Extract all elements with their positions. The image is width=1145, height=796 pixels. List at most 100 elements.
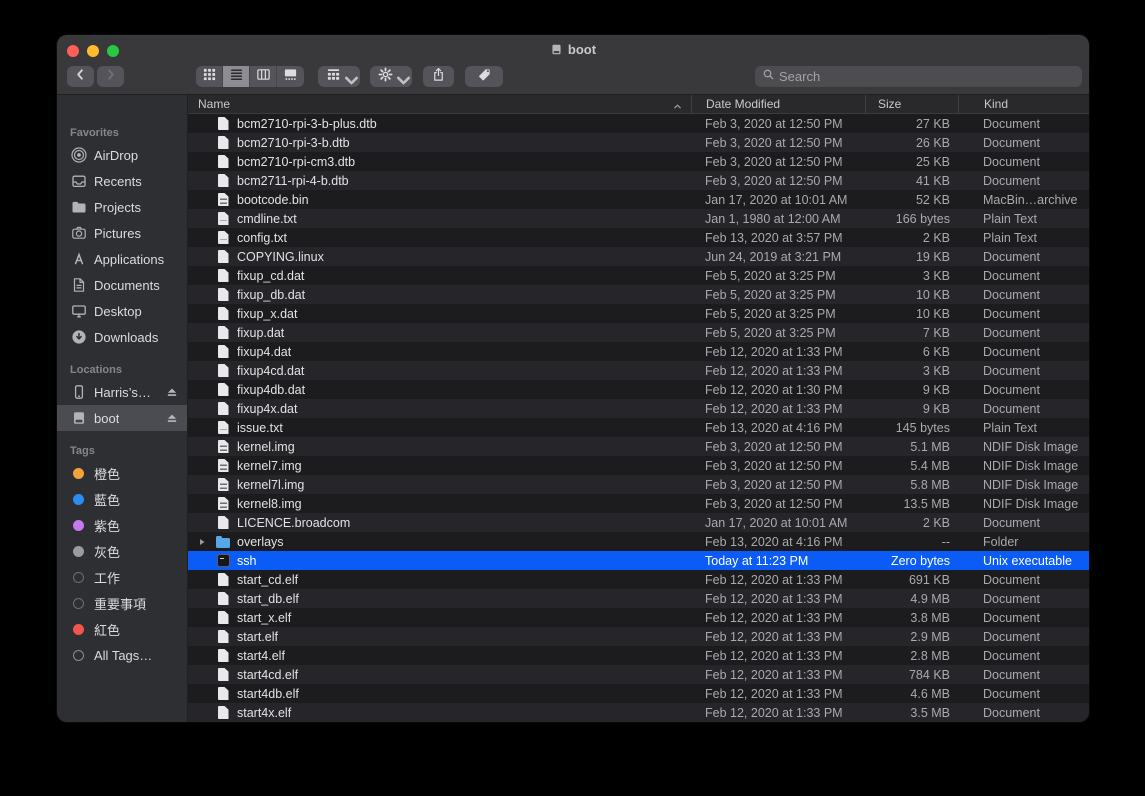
tag-circle-icon [73,572,84,583]
name-cell: fixup4cd.dat [188,361,691,380]
disclosure-spacer [196,232,208,244]
file-row-bootcode.bin[interactable]: bootcode.binJan 17, 2020 at 10:01 AM52 K… [188,190,1089,209]
disclosure-spacer [196,422,208,434]
file-row-fixup4x.dat[interactable]: fixup4x.datFeb 12, 2020 at 1:33 PM9 KBDo… [188,399,1089,418]
view-mode-column-view[interactable] [250,66,277,87]
file-icon-doc [216,155,230,168]
file-row-bcm2711-rpi-4-b.dtb[interactable]: bcm2711-rpi-4-b.dtbFeb 3, 2020 at 12:50 … [188,171,1089,190]
file-row-start4x.elf[interactable]: start4x.elfFeb 12, 2020 at 1:33 PM3.5 MB… [188,703,1089,722]
column-header-date-modified[interactable]: Date Modified [691,95,865,113]
sidebar-item-tag-purple[interactable]: 紫色 [57,512,187,538]
share-button[interactable] [423,66,454,87]
column-header-size[interactable]: Size [865,95,958,113]
file-row-fixup.dat[interactable]: fixup.datFeb 5, 2020 at 3:25 PM7 KBDocum… [188,323,1089,342]
disclosure-spacer [196,137,208,149]
disclosure-spacer [196,308,208,320]
sidebar-item-harriss-iphone[interactable]: Harris’s… [57,379,187,405]
name-cell: bootcode.bin [188,190,691,209]
tag-circle-icon [73,598,84,609]
kind-cell: Plain Text [958,209,1089,228]
sidebar-item-downloads[interactable]: Downloads [57,324,187,350]
size-cell: 691 KB [865,570,958,589]
view-mode-list-view[interactable] [223,66,250,87]
sidebar-item-tag-blue[interactable]: 藍色 [57,486,187,512]
sidebar-item-applications[interactable]: Applications [57,246,187,272]
action-button[interactable] [370,66,412,87]
file-row-bcm2710-rpi-3-b.dtb[interactable]: bcm2710-rpi-3-b.dtbFeb 3, 2020 at 12:50 … [188,133,1089,152]
file-row-start4db.elf[interactable]: start4db.elfFeb 12, 2020 at 1:33 PM4.6 M… [188,684,1089,703]
view-mode-icon-view[interactable] [196,66,223,87]
column-header-name[interactable]: Name [188,95,691,113]
file-row-fixup4cd.dat[interactable]: fixup4cd.datFeb 12, 2020 at 1:33 PM3 KBD… [188,361,1089,380]
eject-icon[interactable] [166,412,178,424]
sidebar-section-locations: LocationsHarris’s…boot [57,364,187,431]
file-row-start_db.elf[interactable]: start_db.elfFeb 12, 2020 at 1:33 PM4.9 M… [188,589,1089,608]
file-row-LICENCE.broadcom[interactable]: LICENCE.broadcomJan 17, 2020 at 10:01 AM… [188,513,1089,532]
forward-button[interactable] [97,66,124,87]
file-row-COPYING.linux[interactable]: COPYING.linuxJun 24, 2019 at 3:21 PM19 K… [188,247,1089,266]
eject-icon[interactable] [166,386,178,398]
file-row-config.txt[interactable]: config.txtFeb 13, 2020 at 3:57 PM2 KBPla… [188,228,1089,247]
sidebar-item-pictures[interactable]: Pictures [57,220,187,246]
sidebar-item-label: Recents [94,174,142,189]
column-header-kind[interactable]: Kind [958,95,1089,113]
img-file-icon [218,478,229,491]
view-mode-gallery-view[interactable] [277,66,304,87]
file-icon-txt [216,212,230,225]
file-row-fixup_x.dat[interactable]: fixup_x.datFeb 5, 2020 at 3:25 PM10 KBDo… [188,304,1089,323]
sidebar-item-desktop[interactable]: Desktop [57,298,187,324]
file-row-kernel7.img[interactable]: kernel7.imgFeb 3, 2020 at 12:50 PM5.4 MB… [188,456,1089,475]
sidebar-item-airdrop[interactable]: AirDrop [57,142,187,168]
disclosure-triangle-icon[interactable] [196,536,208,548]
file-row-cmdline.txt[interactable]: cmdline.txtJan 1, 1980 at 12:00 AM166 by… [188,209,1089,228]
back-button[interactable] [67,66,94,87]
sidebar-item-tag-red[interactable]: 紅色 [57,616,187,642]
file-row-kernel.img[interactable]: kernel.imgFeb 3, 2020 at 12:50 PM5.1 MBN… [188,437,1089,456]
sidebar-item-recents[interactable]: Recents [57,168,187,194]
file-row-ssh[interactable]: sshToday at 11:23 PMZero bytesUnix execu… [188,551,1089,570]
img-file-icon [218,440,229,453]
file-row-kernel7l.img[interactable]: kernel7l.imgFeb 3, 2020 at 12:50 PM5.8 M… [188,475,1089,494]
sidebar-item-tag-work[interactable]: 工作 [57,564,187,590]
file-row-start_x.elf[interactable]: start_x.elfFeb 12, 2020 at 1:33 PM3.8 MB… [188,608,1089,627]
sidebar-item-boot[interactable]: boot [57,405,187,431]
file-row-kernel8.img[interactable]: kernel8.imgFeb 3, 2020 at 12:50 PM13.5 M… [188,494,1089,513]
tag-button[interactable] [465,66,503,87]
search-input[interactable] [779,69,1075,84]
file-icon-exec [216,554,230,567]
column-header-label: Date Modified [706,97,780,111]
file-name: cmdline.txt [237,212,297,226]
file-row-start_cd.elf[interactable]: start_cd.elfFeb 12, 2020 at 1:33 PM691 K… [188,570,1089,589]
date-modified-cell: Feb 5, 2020 at 3:25 PM [691,304,865,323]
file-row-start.elf[interactable]: start.elfFeb 12, 2020 at 1:33 PM2.9 MBDo… [188,627,1089,646]
sidebar-item-documents[interactable]: Documents [57,272,187,298]
sidebar-item-all-tags[interactable]: All Tags… [57,642,187,668]
file-row-fixup_cd.dat[interactable]: fixup_cd.datFeb 5, 2020 at 3:25 PM3 KBDo… [188,266,1089,285]
file-row-fixup_db.dat[interactable]: fixup_db.datFeb 5, 2020 at 3:25 PM10 KBD… [188,285,1089,304]
file-row-bcm2710-rpi-cm3.dtb[interactable]: bcm2710-rpi-cm3.dtbFeb 3, 2020 at 12:50 … [188,152,1089,171]
size-cell: Zero bytes [865,551,958,570]
file-row-overlays[interactable]: overlaysFeb 13, 2020 at 4:16 PM--Folder [188,532,1089,551]
search-field[interactable] [755,66,1082,87]
sidebar-item-tag-important[interactable]: 重要事項 [57,590,187,616]
file-icon-doc [216,345,230,358]
kind-cell: Document [958,627,1089,646]
file-row-fixup4.dat[interactable]: fixup4.datFeb 12, 2020 at 1:33 PM6 KBDoc… [188,342,1089,361]
sidebar-item-tag-orange[interactable]: 橙色 [57,460,187,486]
file-row-fixup4db.dat[interactable]: fixup4db.datFeb 12, 2020 at 1:30 PM9 KBD… [188,380,1089,399]
group-button[interactable] [318,66,360,87]
sidebar-item-projects[interactable]: Projects [57,194,187,220]
group-icon [326,67,341,87]
file-row-start4.elf[interactable]: start4.elfFeb 12, 2020 at 1:33 PM2.8 MBD… [188,646,1089,665]
disclosure-spacer [196,650,208,662]
file-row-issue.txt[interactable]: issue.txtFeb 13, 2020 at 4:16 PM145 byte… [188,418,1089,437]
sidebar-item-tag-gray[interactable]: 灰色 [57,538,187,564]
file-name: fixup4cd.dat [237,364,304,378]
file-row-bcm2710-rpi-3-b-plus.dtb[interactable]: bcm2710-rpi-3-b-plus.dtbFeb 3, 2020 at 1… [188,114,1089,133]
file-row-start4cd.elf[interactable]: start4cd.elfFeb 12, 2020 at 1:33 PM784 K… [188,665,1089,684]
disclosure-spacer [196,403,208,415]
file-icon-doc [216,687,230,700]
list-header: Name Date Modified SizeKind [188,95,1089,114]
disk-icon [70,410,87,427]
file-name: kernel7l.img [237,478,304,492]
